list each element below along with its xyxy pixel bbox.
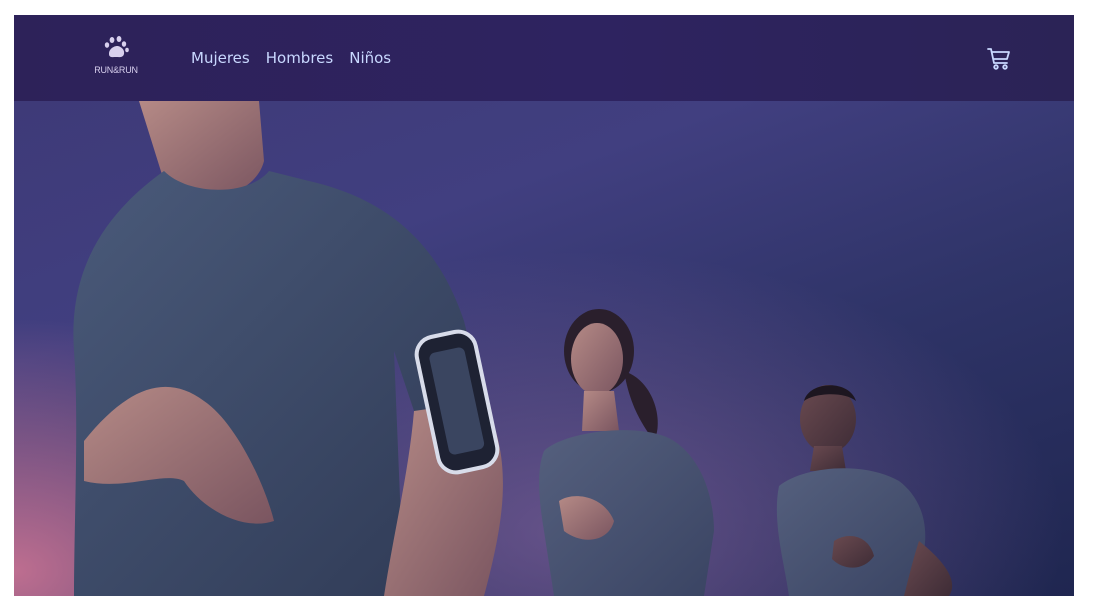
cart-button[interactable] xyxy=(986,46,1012,72)
nav-link-ninos[interactable]: Niños xyxy=(349,48,391,68)
runner-background xyxy=(776,385,953,596)
logo-link[interactable]: RUN&RUN xyxy=(90,35,142,79)
page: RUN&RUN Mujeres Hombres Niños xyxy=(14,15,1074,596)
hero-banner xyxy=(14,101,1074,596)
cart-icon xyxy=(987,48,1010,70)
nav-link-mujeres[interactable]: Mujeres xyxy=(191,48,250,68)
runners-hero-image xyxy=(73,101,953,596)
paw-icon xyxy=(104,36,129,58)
nav-link-hombres[interactable]: Hombres xyxy=(266,48,333,68)
navbar: RUN&RUN Mujeres Hombres Niños xyxy=(14,15,1074,101)
logo-text: RUN&RUN xyxy=(94,65,138,75)
main-nav: Mujeres Hombres Niños xyxy=(191,48,391,68)
runner-middle xyxy=(539,309,714,596)
runner-foreground xyxy=(73,101,503,596)
